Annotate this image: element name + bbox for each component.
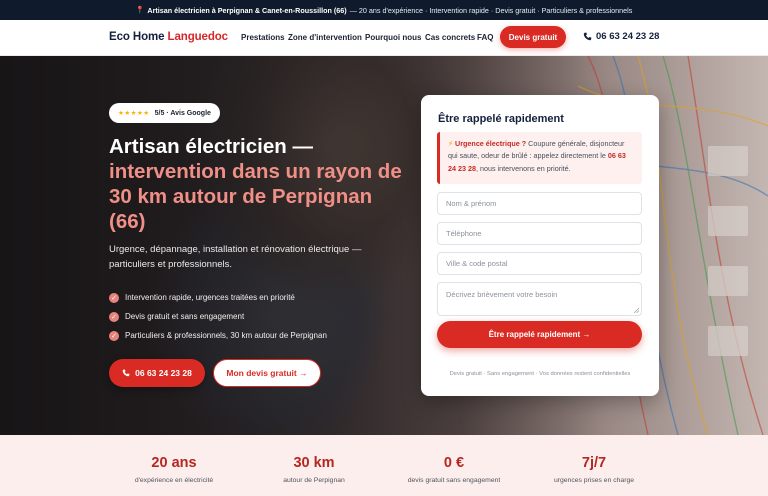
callback-submit-button[interactable]: Être rappelé rapidement → <box>437 321 642 348</box>
benefit-text: Devis gratuit et sans engagement <box>125 312 245 321</box>
stat-value: 0 € <box>443 455 465 471</box>
phone-icon <box>583 32 592 41</box>
hero-benefits-list: ✓ Intervention rapide, urgences traitées… <box>109 288 327 345</box>
logo-part-1: Eco Home <box>109 31 165 43</box>
stat-availability: 7j/7 urgences prises en charge <box>534 454 654 484</box>
need-placeholder: Décrivez brièvement votre besoin <box>446 290 558 299</box>
logo-part-2: Languedoc <box>167 31 229 43</box>
announcement-highlight: Artisan électricien à Perpignan & Canet-… <box>147 5 347 15</box>
stat-label: devis gratuit sans engagement <box>407 477 501 484</box>
pin-icon: 📍 <box>135 7 145 14</box>
need-textarea[interactable]: Décrivez brièvement votre besoin <box>437 282 642 316</box>
urgency-alert: ⚡ Urgence électrique ? Coupure générale,… <box>437 132 642 184</box>
check-icon: ✓ <box>109 330 119 341</box>
city-input[interactable]: Ville & code postal <box>437 252 642 275</box>
phone-input[interactable]: Téléphone <box>437 222 642 245</box>
nav-link-zone[interactable]: Zone d'intervention <box>288 33 362 42</box>
header-phone-number: 06 63 24 23 28 <box>596 31 660 42</box>
benefit-item: ✓ Devis gratuit et sans engagement <box>109 307 327 326</box>
hero-title: Artisan électricien — intervention dans … <box>109 134 409 234</box>
stat-quote: 0 € devis gratuit sans engagement <box>394 454 514 484</box>
benefit-text: Particuliers & professionnels, 30 km aut… <box>125 331 327 340</box>
stat-value: 7j/7 <box>581 455 607 471</box>
benefit-item: ✓ Particuliers & professionnels, 30 km a… <box>109 326 327 345</box>
stat-value: 20 ans <box>151 455 197 471</box>
nav-link-faq[interactable]: FAQ <box>477 33 493 42</box>
hero-section: ★★★★★ 5/5 · Avis Google Artisan électric… <box>0 56 768 435</box>
stat-value: 30 km <box>293 455 335 471</box>
alert-label: Urgence électrique ? <box>455 139 527 148</box>
google-rating-badge: ★★★★★ 5/5 · Avis Google <box>109 103 220 123</box>
callback-form-card: Être rappelé rapidement ⚡ Urgence électr… <box>421 95 659 396</box>
hero-lead: Urgence, dépannage, installation et réno… <box>109 244 362 270</box>
form-fineprint: Devis gratuit · Sans engagement · Vos do… <box>449 371 631 377</box>
header-phone-link[interactable]: 06 63 24 23 28 <box>583 31 659 42</box>
hero-title-line-2: intervention dans un rayon de 30 km auto… <box>109 160 402 233</box>
form-title: Être rappelé rapidement <box>438 113 564 125</box>
stat-experience: 20 ans d'expérience en électricité <box>114 454 234 484</box>
nav-link-prestations[interactable]: Prestations <box>241 33 285 42</box>
stat-label: autour de Perpignan <box>283 477 345 484</box>
check-icon: ✓ <box>109 292 119 303</box>
hero-call-number: 06 63 24 23 28 <box>135 368 192 378</box>
nav-link-pourquoi[interactable]: Pourquoi nous <box>365 33 421 42</box>
rating-stars: ★★★★★ <box>118 110 150 117</box>
site-header: Eco Home Languedoc Prestations Zone d'in… <box>0 20 768 56</box>
header-quote-button[interactable]: Devis gratuit <box>500 26 566 48</box>
stat-radius: 30 km autour de Perpignan <box>254 454 374 484</box>
name-input[interactable]: Nom & prénom <box>437 192 642 215</box>
stats-band: 20 ans d'expérience en électricité 30 km… <box>0 435 768 496</box>
announcement-bar: 📍 Artisan électricien à Perpignan & Cane… <box>0 0 768 20</box>
benefit-text: Intervention rapide, urgences traitées e… <box>125 293 295 302</box>
stat-label: urgences prises en charge <box>553 477 635 484</box>
check-icon: ✓ <box>109 311 119 322</box>
stat-label: d'expérience en électricité <box>134 477 214 484</box>
site-logo[interactable]: Eco Home Languedoc <box>109 31 228 43</box>
rating-text: 5/5 · Avis Google <box>154 109 211 117</box>
benefit-item: ✓ Intervention rapide, urgences traitées… <box>109 288 327 307</box>
phone-icon <box>122 369 130 377</box>
resize-handle-icon[interactable] <box>633 307 639 313</box>
lightning-icon: ⚡ <box>448 139 454 148</box>
alert-end: , nous intervenons en priorité. <box>475 163 571 173</box>
hero-title-line-1: Artisan électricien — <box>109 135 313 158</box>
announcement-text: — 20 ans d'expérience · Intervention rap… <box>349 5 633 15</box>
hero-call-button[interactable]: 06 63 24 23 28 <box>109 359 205 387</box>
nav-link-cas[interactable]: Cas concrets <box>425 33 475 42</box>
hero-quote-button[interactable]: Mon devis gratuit → <box>213 359 321 387</box>
